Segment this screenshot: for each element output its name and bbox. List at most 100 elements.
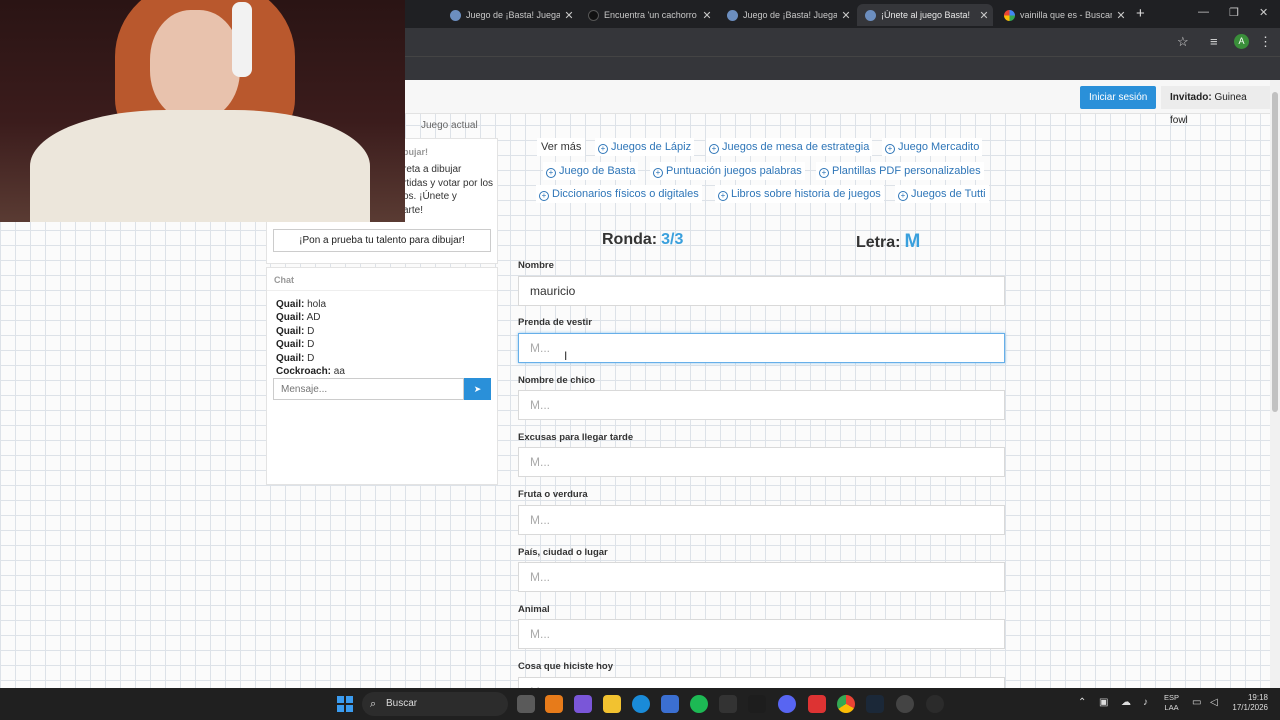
close-icon[interactable]: ✕ — [560, 9, 578, 22]
tag-link[interactable]: + Juegos de Tutti — [895, 185, 989, 203]
media-app-icon[interactable] — [808, 695, 826, 713]
webcam-overlay — [0, 0, 405, 222]
maximize-icon[interactable]: ❐ — [1229, 6, 1239, 19]
field-cosa-input[interactable] — [518, 677, 1005, 688]
edge-icon[interactable] — [632, 695, 650, 713]
tag-link[interactable]: + Juegos de mesa de estrategia — [706, 138, 873, 156]
obs-icon[interactable] — [926, 695, 944, 713]
tag-label: Juegos de Lápiz — [611, 141, 692, 153]
field-animal-input[interactable] — [518, 619, 1005, 649]
browser-tab[interactable]: Encuentra 'un cachorro fe ✕ — [580, 4, 716, 26]
chat-user: Quail: — [276, 325, 305, 337]
tag-link[interactable]: + Juego de Basta — [543, 162, 639, 180]
guest-label: Invitado: — [1170, 92, 1212, 103]
field-label: Excusas para llegar tarde — [518, 432, 634, 443]
headset-icon — [232, 2, 252, 77]
round-value: 3/3 — [661, 231, 684, 248]
field-label: Prenda de vestir — [518, 317, 592, 328]
plus-circle-icon: + — [819, 168, 829, 178]
windows-start-icon[interactable] — [337, 696, 353, 712]
language-indicator[interactable]: ESP LAA — [1164, 693, 1179, 713]
chevron-up-icon[interactable]: ⌃ — [1078, 697, 1086, 708]
app-icon[interactable] — [896, 695, 914, 713]
new-tab-button[interactable]: + — [1136, 5, 1145, 22]
tab-title: vainilla que es - Buscar c — [1020, 10, 1112, 20]
draw-challenge-button[interactable]: ¡Pon a prueba tu talento para dibujar! — [273, 229, 491, 252]
close-icon[interactable]: ✕ — [698, 9, 716, 22]
file-explorer-icon[interactable] — [603, 695, 621, 713]
tag-label: Plantillas PDF personalizables — [832, 165, 981, 177]
join-panel-heading: bujar! — [403, 147, 429, 157]
volume-icon[interactable]: ◁ — [1210, 697, 1218, 708]
store-icon[interactable] — [661, 695, 679, 713]
webcam-face — [150, 10, 240, 120]
round-label: Ronda: — [602, 231, 658, 248]
language-layout: LAA — [1164, 703, 1179, 712]
tag-link[interactable]: + Plantillas PDF personalizables — [816, 162, 984, 180]
tag-label: Libros sobre historia de juegos — [731, 188, 881, 200]
media-icon[interactable]: ≡ — [1210, 34, 1218, 49]
breadcrumb-current[interactable]: Juego actual — [421, 120, 478, 131]
chrome-icon[interactable] — [837, 695, 855, 713]
search-icon: ⌕ — [370, 698, 377, 710]
browser-tab-active[interactable]: ¡Únete al juego Basta! ✕ — [857, 4, 993, 26]
field-lugar-input[interactable] — [518, 562, 1005, 592]
tag-link[interactable]: + Puntuación juegos palabras — [650, 162, 805, 180]
search-label: Buscar — [386, 698, 418, 709]
field-nombre-chico-input[interactable] — [518, 390, 1005, 420]
display-icon[interactable]: ▭ — [1192, 697, 1201, 708]
chat-message-input[interactable] — [273, 378, 464, 400]
copilot-icon[interactable] — [574, 695, 592, 713]
game-app-icon[interactable] — [719, 695, 737, 713]
plus-circle-icon: + — [539, 191, 549, 201]
field-nombre-input[interactable] — [518, 276, 1005, 306]
chat-send-button[interactable]: ➤ — [464, 378, 491, 400]
field-excusas-input[interactable] — [518, 447, 1005, 477]
page-scrollbar[interactable] — [1270, 80, 1280, 688]
field-label: Cosa que hiciste hoy — [518, 661, 614, 672]
plus-circle-icon: + — [653, 168, 663, 178]
taskbar-search[interactable]: ⌕ Buscar — [362, 692, 508, 716]
discord-icon[interactable] — [778, 695, 796, 713]
field-fruta-input[interactable] — [518, 505, 1005, 535]
close-icon[interactable]: ✕ — [975, 9, 993, 22]
login-button[interactable]: Iniciar sesión — [1080, 86, 1157, 109]
language-code: ESP — [1164, 693, 1180, 702]
spotify-icon[interactable] — [690, 695, 708, 713]
task-view-icon[interactable] — [517, 695, 535, 713]
tag-link[interactable]: + Juegos de Lápiz — [595, 138, 695, 156]
join-text-line: os. ¡Únete y — [403, 191, 457, 202]
close-icon[interactable]: ✕ — [1112, 9, 1130, 22]
vlc-icon[interactable] — [545, 695, 563, 713]
browser-tab[interactable]: vainilla que es - Buscar c ✕ — [996, 4, 1130, 26]
chat-user: Quail: — [276, 339, 305, 351]
system-clock[interactable]: 19:18 17/1/2026 — [1228, 693, 1268, 713]
steam-icon[interactable] — [866, 695, 884, 713]
ver-mas-label[interactable]: Ver más — [537, 138, 586, 156]
tag-label: Juegos de Tutti — [911, 188, 986, 200]
browser-tab[interactable]: Juego de ¡Basta! Juega St ✕ — [442, 4, 578, 26]
tag-link[interactable]: + Libros sobre historia de juegos — [715, 185, 884, 203]
tray-app-icon[interactable]: ▣ — [1099, 697, 1108, 708]
tag-link[interactable]: + Diccionarios físicos o digitales — [536, 185, 702, 203]
minimize-icon[interactable]: — — [1198, 6, 1209, 18]
menu-icon[interactable]: ⋮ — [1259, 34, 1272, 50]
scrollbar-thumb[interactable] — [1272, 92, 1278, 412]
tag-link[interactable]: + Juego Mercadito — [882, 138, 983, 156]
browser-tab[interactable]: Juego de ¡Basta! Juega St ✕ — [719, 4, 855, 26]
plus-circle-icon: + — [885, 144, 895, 154]
cloud-icon[interactable]: ☁ — [1121, 697, 1131, 708]
chat-message: Quail: D — [276, 338, 345, 351]
mic-icon[interactable]: ♪ — [1143, 697, 1148, 708]
close-icon[interactable]: ✕ — [837, 9, 855, 22]
terminal-icon[interactable] — [748, 695, 766, 713]
bookmark-star-icon[interactable]: ☆ — [1177, 34, 1189, 50]
chat-text: D — [307, 352, 315, 364]
chat-message: Quail: D — [276, 352, 345, 365]
window-close-icon[interactable]: ✕ — [1259, 6, 1268, 19]
profile-avatar[interactable]: A — [1234, 34, 1249, 49]
guest-badge: Invitado: Guinea fowl — [1161, 86, 1270, 126]
chat-text: aa — [333, 366, 345, 378]
field-prenda-input[interactable] — [518, 333, 1005, 363]
chat-user: Cockroach: — [276, 366, 332, 378]
